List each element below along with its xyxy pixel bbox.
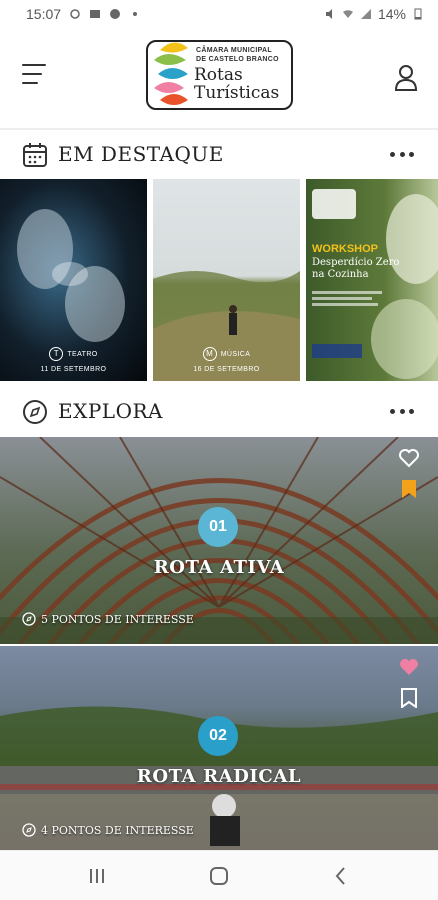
category-label: TEATRO	[67, 350, 98, 358]
featured-title: EM DESTAQUE	[58, 142, 224, 166]
featured-card-workshop[interactable]: WORKSHOP Desperdício Zero na Cozinha	[306, 179, 438, 381]
app-notification-icon	[110, 9, 121, 19]
route-number-badge: 02	[198, 716, 238, 756]
bookmark-icon[interactable]	[401, 479, 417, 499]
compass-icon	[23, 400, 47, 424]
user-icon[interactable]	[394, 64, 418, 92]
battery-icon	[414, 8, 422, 20]
category-badge: T	[49, 347, 64, 361]
hamburger-menu-icon[interactable]	[22, 64, 48, 88]
compass-small-icon	[22, 612, 36, 626]
route-points: 5 PONTOS DE INTERESSE	[22, 612, 194, 626]
card-caption: M MÚSICA 16 DE SETEMBRO	[153, 347, 300, 373]
dot-icon	[133, 12, 138, 16]
mute-icon	[325, 9, 332, 19]
category-badge: M	[202, 347, 217, 361]
route-name: ROTA ATIVA	[153, 557, 285, 578]
favorite-heart-icon[interactable]	[398, 656, 420, 678]
calendar-icon	[23, 143, 47, 167]
event-date: 11 DE SETEMBRO	[40, 366, 107, 373]
featured-card-musica[interactable]: M MÚSICA 16 DE SETEMBRO	[153, 179, 300, 381]
logo-municipality: CÂMARA MUNICIPAL DE CASTELO BRANCO	[196, 47, 279, 63]
system-nav-bar	[0, 850, 438, 900]
poster-heading: WORKSHOP	[312, 243, 378, 255]
status-bar: 15:07 14%	[0, 0, 438, 28]
route-points: 4 PONTOS DE INTERESSE	[22, 823, 194, 837]
app-logo[interactable]: CÂMARA MUNICIPAL DE CASTELO BRANCO Rotas…	[146, 40, 293, 110]
favorite-heart-icon[interactable]	[398, 447, 420, 469]
route-card-radical[interactable]: 02 ROTA RADICAL 4 PONTOS DE INTERESSE	[0, 646, 438, 850]
signal-icon	[360, 9, 371, 19]
logo-title: Rotas Turísticas	[194, 65, 280, 103]
logo-mark	[154, 42, 188, 105]
route-card-ativa[interactable]: 01 ROTA ATIVA 5 PONTOS DE INTERESSE	[0, 437, 438, 644]
notification-icon	[70, 9, 80, 19]
category-label: MÚSICA	[220, 350, 251, 358]
recent-apps-icon[interactable]	[86, 865, 108, 887]
back-icon[interactable]	[330, 865, 352, 887]
app-header: CÂMARA MUNICIPAL DE CASTELO BRANCO Rotas…	[0, 28, 438, 128]
featured-carousel[interactable]: T TEATRO 11 DE SETEMBRO M MÚSICA 16 DE S…	[0, 179, 438, 381]
explore-more-icon[interactable]	[390, 409, 414, 415]
explore-title: EXPLORA	[58, 399, 163, 423]
compass-small-icon	[22, 823, 36, 837]
wifi-icon	[342, 10, 353, 18]
status-time: 15:07	[26, 6, 62, 22]
featured-section-header: EM DESTAQUE	[0, 130, 438, 180]
event-date: 16 DE SETEMBRO	[193, 366, 260, 373]
explore-section-header: EXPLORA	[0, 387, 438, 437]
bookmark-icon[interactable]	[401, 688, 417, 708]
featured-card-teatro[interactable]: T TEATRO 11 DE SETEMBRO	[0, 179, 147, 381]
featured-more-icon[interactable]	[390, 152, 414, 158]
home-icon[interactable]	[208, 865, 230, 887]
route-number-badge: 01	[198, 507, 238, 547]
gallery-icon	[90, 10, 101, 18]
route-name: ROTA RADICAL	[136, 766, 302, 787]
card-caption: T TEATRO 11 DE SETEMBRO	[0, 347, 147, 373]
battery-level: 14%	[377, 6, 406, 22]
poster-title: Desperdício Zero na Cozinha	[312, 257, 400, 280]
